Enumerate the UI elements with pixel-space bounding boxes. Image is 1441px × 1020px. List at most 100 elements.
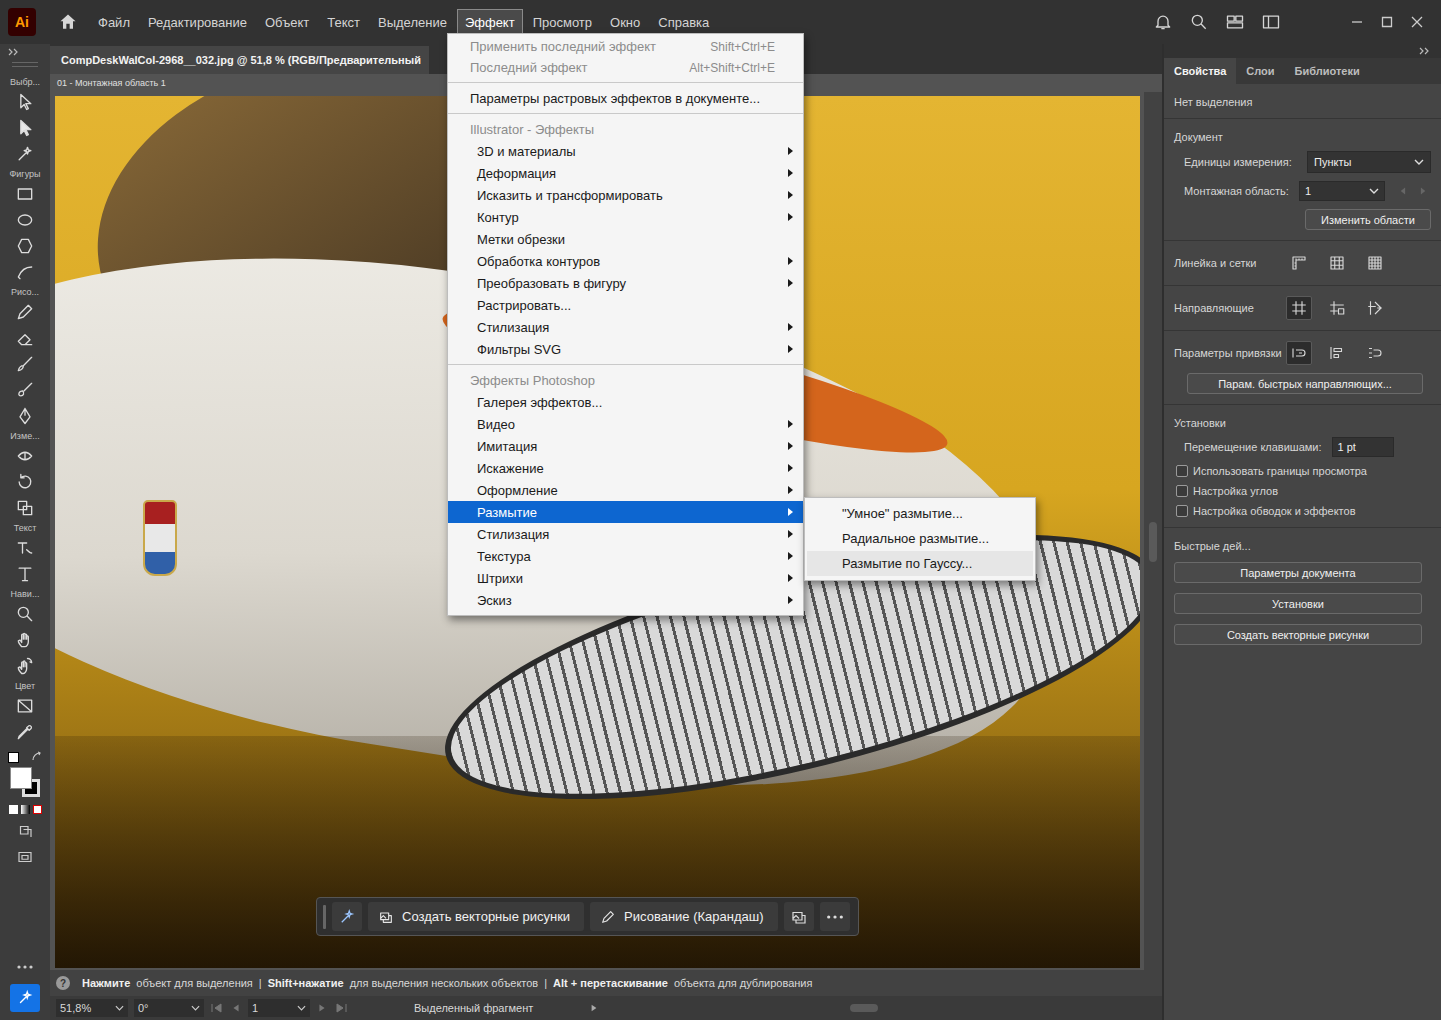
tool-button[interactable] bbox=[10, 299, 40, 325]
menu-item[interactable]: Штрихи bbox=[448, 567, 803, 589]
menu-item[interactable]: Размытие bbox=[448, 501, 803, 523]
menu-item[interactable]: Стилизация bbox=[448, 316, 803, 338]
toggle-button[interactable] bbox=[1324, 341, 1350, 365]
menu-item[interactable]: Обработка контуров bbox=[448, 250, 803, 272]
tool-button[interactable] bbox=[10, 469, 40, 495]
toggle-button[interactable] bbox=[1286, 296, 1312, 320]
menu-item[interactable]: Видео bbox=[448, 413, 803, 435]
artboard-dropdown[interactable]: 1 bbox=[1299, 181, 1385, 201]
minimize-icon[interactable] bbox=[1351, 16, 1363, 28]
fill-stroke-swatch[interactable] bbox=[10, 767, 40, 797]
more-tools-icon[interactable] bbox=[15, 964, 35, 970]
image-trace-button[interactable] bbox=[784, 902, 814, 931]
checkbox[interactable] bbox=[1176, 505, 1188, 517]
tool-button[interactable] bbox=[10, 601, 40, 627]
toggle-button[interactable] bbox=[1286, 341, 1312, 365]
previous-artboard-icon[interactable] bbox=[1399, 186, 1406, 196]
smart-guides-button[interactable]: Парам. быстрых направляющих... bbox=[1187, 373, 1423, 394]
vertical-scrollbar[interactable] bbox=[1144, 92, 1162, 970]
close-icon[interactable] bbox=[1411, 16, 1423, 28]
menu-item[interactable]: Метки обрезки bbox=[448, 228, 803, 250]
first-artboard-icon[interactable] bbox=[210, 1003, 224, 1013]
submenu-item[interactable]: "Умное" размытие... bbox=[807, 501, 1033, 526]
checkbox-row[interactable]: Настройка обводок и эффектов bbox=[1174, 505, 1431, 517]
edit-artboards-button[interactable]: Изменить области bbox=[1305, 209, 1431, 230]
none-mode-icon[interactable] bbox=[33, 805, 42, 814]
zoom-field[interactable]: 51,8% bbox=[56, 999, 128, 1017]
menu-item[interactable]: Текст bbox=[319, 9, 368, 36]
last-artboard-icon[interactable] bbox=[334, 1003, 348, 1013]
tool-button[interactable] bbox=[10, 495, 40, 521]
toggle-button[interactable] bbox=[1324, 251, 1350, 275]
tool-button[interactable] bbox=[10, 535, 40, 561]
color-mode-icon[interactable] bbox=[9, 805, 18, 814]
menu-item[interactable]: Галерея эффектов... bbox=[448, 391, 803, 413]
menu-item[interactable]: Деформация bbox=[448, 162, 803, 184]
menu-item[interactable]: Имитация bbox=[448, 435, 803, 457]
tool-button[interactable] bbox=[10, 89, 40, 115]
document-tab[interactable]: CompDeskWalCol-2968__032.jpg @ 51,8 % (R… bbox=[50, 46, 429, 74]
previous-artboard-icon[interactable] bbox=[230, 1003, 242, 1013]
toggle-button[interactable] bbox=[1324, 296, 1350, 320]
status-info[interactable]: Выделенный фрагмент bbox=[414, 1002, 584, 1014]
collapse-icon[interactable] bbox=[8, 48, 20, 56]
toolbar-grip[interactable] bbox=[12, 62, 38, 67]
menu-item[interactable]: 3D и материалы bbox=[448, 140, 803, 162]
menu-item[interactable]: Оформление bbox=[448, 479, 803, 501]
menu-item[interactable]: Фильтры SVG bbox=[448, 338, 803, 360]
draw-mode-button[interactable] bbox=[10, 818, 40, 844]
menu-item[interactable]: Объект bbox=[257, 9, 317, 36]
status-menu-icon[interactable] bbox=[590, 1003, 598, 1013]
menu-item[interactable]: Исказить и трансформировать bbox=[448, 184, 803, 206]
units-dropdown[interactable]: Пункты bbox=[1307, 151, 1431, 173]
tool-button[interactable] bbox=[10, 443, 40, 469]
tool-button[interactable] bbox=[10, 403, 40, 429]
generative-button[interactable] bbox=[10, 984, 40, 1012]
menu-item[interactable]: Файл bbox=[90, 9, 138, 36]
more-button[interactable] bbox=[820, 902, 850, 931]
menu-item[interactable]: Растрировать... bbox=[448, 294, 803, 316]
checkbox[interactable] bbox=[1176, 465, 1188, 477]
menu-item[interactable]: Преобразовать в фигуру bbox=[448, 272, 803, 294]
checkbox-row[interactable]: Настройка углов bbox=[1174, 485, 1431, 497]
toggle-button[interactable] bbox=[1362, 296, 1388, 320]
menu-item[interactable]: Параметры растровых эффектов в документе… bbox=[448, 87, 803, 109]
submenu-item[interactable]: Размытие по Гауссу... bbox=[807, 551, 1033, 576]
tool-button[interactable] bbox=[10, 653, 40, 679]
default-colors-icon[interactable] bbox=[8, 752, 19, 763]
maximize-icon[interactable] bbox=[1381, 16, 1393, 28]
task-button[interactable]: Рисование (Карандаш) bbox=[590, 902, 777, 931]
panel-tab[interactable]: Свойства bbox=[1164, 58, 1236, 84]
app-logo[interactable]: Ai bbox=[8, 8, 36, 36]
collapse-panel-icon[interactable] bbox=[1419, 47, 1431, 55]
tool-button[interactable] bbox=[10, 719, 40, 745]
tool-button[interactable] bbox=[10, 325, 40, 351]
arrange-icon[interactable] bbox=[1225, 12, 1245, 32]
panel-tab[interactable]: Библиотеки bbox=[1285, 58, 1370, 84]
tool-button[interactable] bbox=[10, 233, 40, 259]
quick-action-button[interactable]: Создать векторные рисунки bbox=[1174, 624, 1422, 645]
panels-icon[interactable] bbox=[1261, 12, 1281, 32]
horizontal-scrollbar[interactable] bbox=[610, 1002, 1154, 1014]
menu-item[interactable]: Редактирование bbox=[140, 9, 255, 36]
generate-button[interactable] bbox=[332, 902, 362, 931]
artboard-field[interactable]: 1 bbox=[248, 999, 310, 1017]
tool-button[interactable] bbox=[10, 351, 40, 377]
checkbox[interactable] bbox=[1176, 485, 1188, 497]
toggle-button[interactable] bbox=[1286, 251, 1312, 275]
tool-button[interactable] bbox=[10, 181, 40, 207]
tool-button[interactable] bbox=[10, 115, 40, 141]
toggle-button[interactable] bbox=[1362, 341, 1388, 365]
tool-button[interactable] bbox=[10, 207, 40, 233]
menu-item[interactable]: Искажение bbox=[448, 457, 803, 479]
rotation-field[interactable]: 0° bbox=[134, 999, 204, 1017]
home-icon[interactable] bbox=[58, 12, 78, 32]
menu-item[interactable]: Выделение bbox=[370, 9, 455, 36]
task-button[interactable]: Создать векторные рисунки bbox=[368, 902, 584, 931]
menu-item[interactable]: Справка bbox=[650, 9, 717, 36]
swap-colors-icon[interactable] bbox=[31, 751, 43, 763]
tool-button[interactable] bbox=[10, 561, 40, 587]
tool-button[interactable] bbox=[10, 377, 40, 403]
menu-item[interactable]: Контур bbox=[448, 206, 803, 228]
nudge-field[interactable]: 1 pt bbox=[1332, 437, 1394, 457]
